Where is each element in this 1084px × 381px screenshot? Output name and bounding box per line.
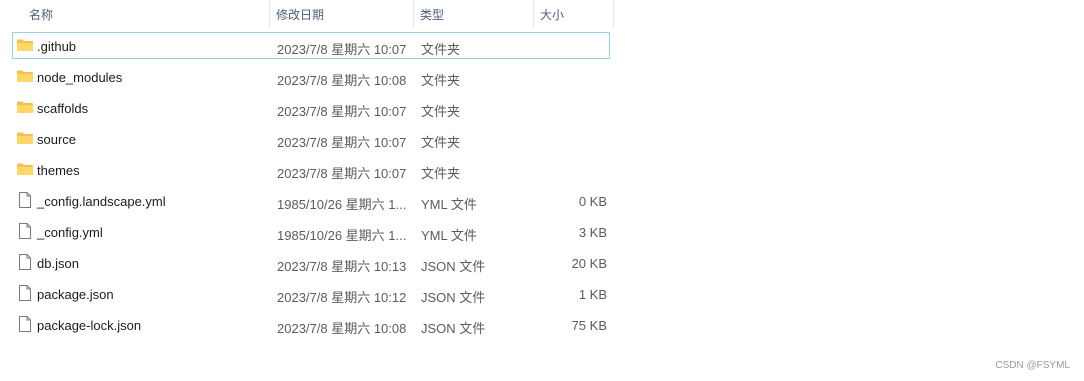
file-icon — [16, 284, 34, 302]
file-row[interactable]: .github 2023/7/8 星期六 10:07 文件夹 — [0, 31, 615, 62]
file-type: 文件夹 — [421, 73, 461, 88]
watermark: CSDN @FSYML — [995, 360, 1070, 371]
file-name: package-lock.json — [37, 318, 142, 333]
column-header-date[interactable]: 修改日期 — [270, 0, 414, 27]
file-type: 文件夹 — [421, 166, 461, 181]
column-header-type-label: 类型 — [420, 8, 445, 22]
file-date: 2023/7/8 星期六 10:12 — [277, 290, 407, 305]
folder-icon — [16, 98, 34, 116]
file-date: 2023/7/8 星期六 10:08 — [277, 73, 407, 88]
file-row[interactable]: package-lock.json 2023/7/8 星期六 10:08 JSON … — [0, 310, 615, 341]
folder-icon — [16, 67, 34, 85]
file-type: JSON 文件 — [421, 321, 486, 336]
file-name: themes — [37, 163, 80, 178]
file-row[interactable]: package.json 2023/7/8 星期六 10:12 JSON 文件 1 K… — [0, 279, 615, 310]
folder-icon — [16, 160, 34, 178]
file-icon — [16, 191, 34, 209]
file-type: 文件夹 — [421, 104, 461, 119]
file-name: package.json — [37, 287, 114, 302]
file-size: 1 KB — [578, 287, 607, 302]
file-size: 0 KB — [578, 194, 607, 209]
file-type: JSON 文件 — [421, 290, 486, 305]
file-date: 1985/10/26 星期六 1... — [277, 197, 407, 212]
file-name: _config.yml — [37, 225, 103, 240]
chevron-up-icon: ⌃ — [142, 0, 151, 6]
file-type: YML 文件 — [421, 228, 477, 243]
file-name: node_modules — [37, 70, 123, 85]
column-header-size[interactable]: 大小 — [534, 0, 614, 27]
file-name: .github — [37, 39, 77, 54]
file-name: scaffolds — [37, 101, 89, 116]
file-name: db.json — [37, 256, 79, 271]
file-row[interactable]: source 2023/7/8 星期六 10:07 文件夹 — [0, 124, 615, 155]
file-date: 2023/7/8 星期六 10:07 — [277, 166, 407, 181]
column-header-name-label: 名称 — [29, 8, 54, 22]
file-row[interactable]: themes 2023/7/8 星期六 10:07 文件夹 — [0, 155, 615, 186]
column-header-size-label: 大小 — [540, 8, 565, 22]
file-name: _config.landscape.yml — [37, 194, 166, 209]
file-type: 文件夹 — [421, 42, 461, 57]
file-date: 2023/7/8 星期六 10:13 — [277, 259, 407, 274]
file-row[interactable]: _config.yml 1985/10/26 星期六 1... YML 文件 3 KB — [0, 217, 615, 248]
file-date: 2023/7/8 星期六 10:08 — [277, 321, 407, 336]
file-list: .github 2023/7/8 星期六 10:07 文件夹 node_modules… — [0, 31, 615, 341]
file-type: JSON 文件 — [421, 259, 486, 274]
file-name: source — [37, 132, 77, 147]
file-row[interactable]: db.json 2023/7/8 星期六 10:13 JSON 文件 20 KB — [0, 248, 615, 279]
folder-icon — [16, 129, 34, 147]
column-header-name[interactable]: ⌃ 名称 — [0, 0, 270, 27]
file-row[interactable]: scaffolds 2023/7/8 星期六 10:07 文件夹 — [0, 93, 615, 124]
file-date: 2023/7/8 星期六 10:07 — [277, 135, 407, 150]
file-size: 75 KB — [571, 318, 607, 333]
file-size: 3 KB — [578, 225, 607, 240]
file-date: 1985/10/26 星期六 1... — [277, 228, 407, 243]
file-icon — [16, 253, 34, 271]
folder-icon — [16, 36, 34, 54]
file-size: 20 KB — [571, 256, 607, 271]
file-row[interactable]: node_modules 2023/7/8 星期六 10:08 文件夹 — [0, 62, 615, 93]
file-date: 2023/7/8 星期六 10:07 — [277, 42, 407, 57]
file-icon — [16, 222, 34, 240]
file-row[interactable]: _config.landscape.yml 1985/10/26 星期六 1...… — [0, 186, 615, 217]
column-header-type[interactable]: 类型 — [414, 0, 534, 27]
file-icon — [16, 315, 34, 333]
column-header-date-label: 修改日期 — [276, 8, 325, 22]
file-type: 文件夹 — [421, 135, 461, 150]
file-type: YML 文件 — [421, 197, 477, 212]
file-date: 2023/7/8 星期六 10:07 — [277, 104, 407, 119]
column-header-bar: ⌃ 名称 修改日期 类型 大小 — [0, 0, 615, 27]
